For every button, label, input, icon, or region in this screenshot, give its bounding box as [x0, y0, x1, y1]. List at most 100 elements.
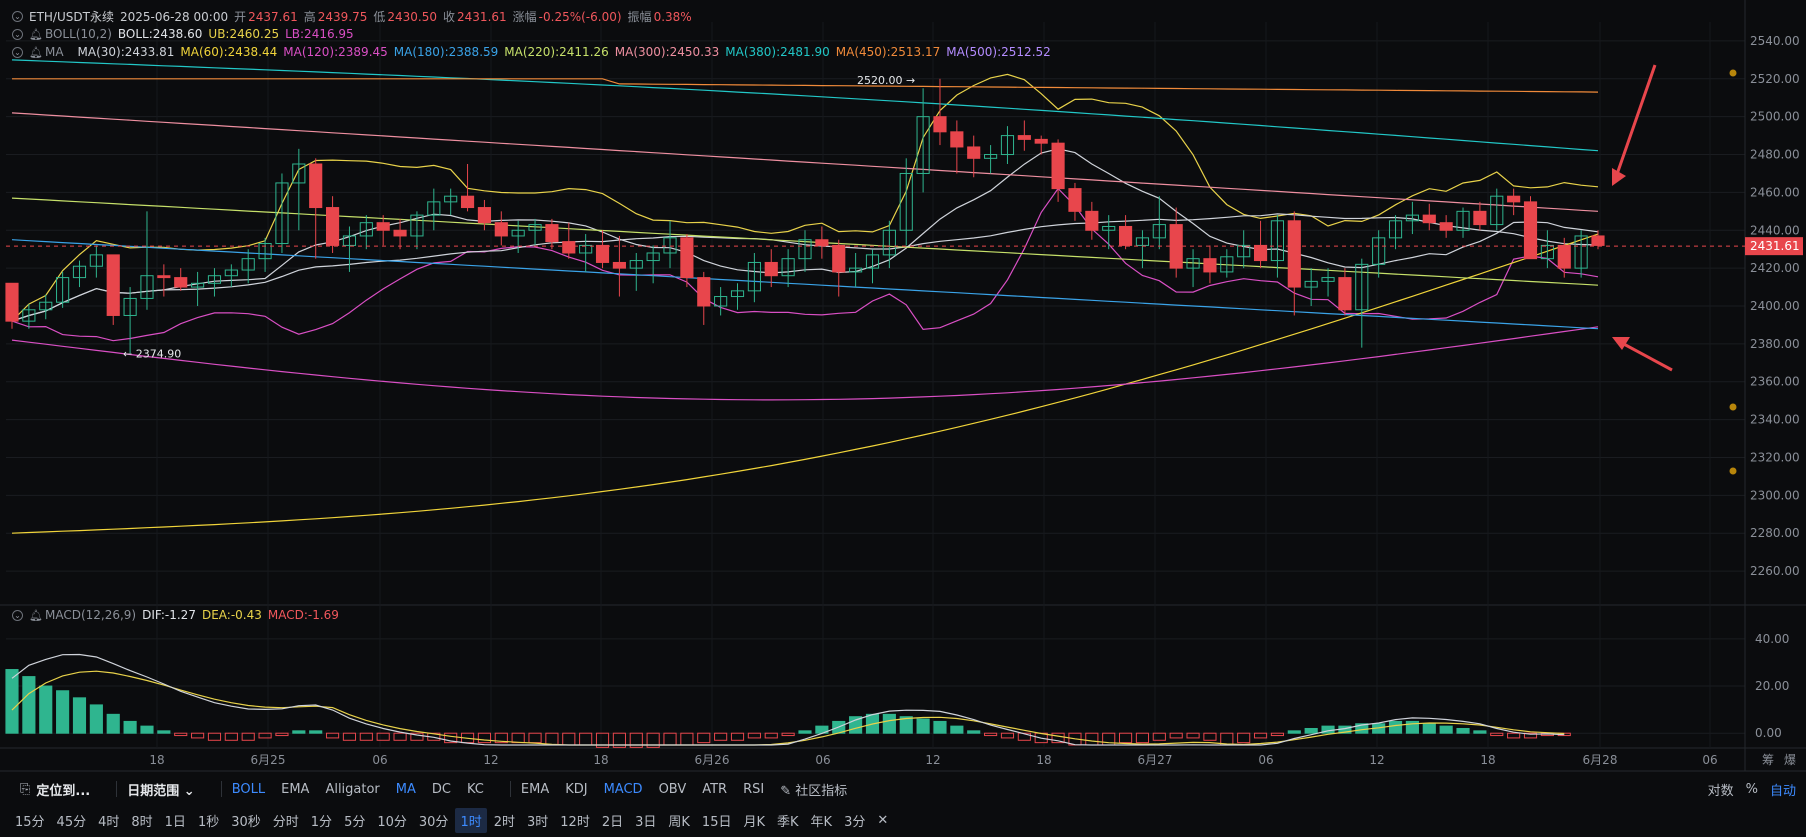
sub-indicator-rsi[interactable]: RSI — [743, 782, 764, 797]
sub-indicator-kdj[interactable]: KDJ — [565, 782, 587, 797]
collapse-icon[interactable]: ⌄ — [12, 609, 23, 621]
collapse-icon[interactable]: ⌄ — [12, 11, 23, 22]
macd-bar-negative — [477, 732, 491, 744]
collapse-icon[interactable]: ⌄ — [12, 28, 23, 40]
macd-value: MACD:-1.69 — [267, 608, 339, 622]
low-label: 低 — [373, 10, 386, 24]
timeframe-button[interactable]: 10分 — [372, 808, 412, 833]
macd-bar-negative — [579, 732, 593, 746]
boll-row: ⌄ 🔔︎ BOLL(10,2) BOLL:2438.60 UB:2460.25 … — [12, 27, 354, 41]
macd-bar-negative — [1490, 732, 1504, 737]
candle-down — [1473, 210, 1487, 226]
timeframe-button[interactable]: 4时 — [93, 808, 124, 833]
macd-bar-negative — [545, 732, 559, 746]
macd-bar-positive — [309, 730, 323, 734]
datetime-label: 2025-06-28 00:00 — [119, 9, 229, 24]
timeframe-button[interactable]: 季K — [772, 808, 804, 833]
macd-dif: DIF:-1.27 — [142, 608, 196, 622]
timeframe-button[interactable]: 1分 — [306, 808, 337, 833]
bell-icon[interactable]: 🔔︎ — [29, 46, 43, 59]
chart-canvas[interactable]: 2540.00 2520.00 2500.00 2480.00 2460.00 2440.… — [0, 0, 1806, 837]
sub-indicator-macd[interactable]: MACD — [604, 782, 643, 797]
time-tick-label: 18 — [149, 753, 164, 767]
event-dot — [1729, 467, 1737, 475]
timeframe-button[interactable]: 1秒 — [193, 808, 224, 833]
overlay-dc[interactable]: DC — [432, 782, 451, 797]
boll-ub: UB:2460.25 — [208, 27, 280, 41]
overlay-boll[interactable]: BOLL — [232, 782, 265, 797]
overlay-ema[interactable]: EMA — [281, 782, 309, 797]
timeframe-button[interactable]: 月K — [738, 808, 770, 833]
overlay-indicators: BOLL EMA Alligator MA DC KC — [232, 782, 500, 797]
macd-tick-label: 20.00 — [1755, 679, 1789, 693]
timeframe-button[interactable]: 15日 — [697, 808, 737, 833]
sub-indicator-obv[interactable]: OBV — [659, 782, 687, 797]
ma120-line — [11, 326, 1599, 401]
boll-name: BOLL(10,2) — [44, 27, 112, 41]
scale-option[interactable]: 对数 — [1708, 780, 1734, 799]
macd-bar-positive — [1388, 720, 1403, 734]
macd-tick-label: 0.00 — [1755, 726, 1782, 740]
macd-bar-negative — [984, 732, 998, 737]
timeframe-button[interactable]: 45分 — [52, 808, 92, 833]
bell-icon[interactable]: 🔔︎ — [29, 28, 43, 41]
candle-down — [933, 116, 947, 133]
price-tick-label: 2400.00 — [1750, 299, 1800, 313]
macd-bar-positive — [39, 685, 53, 734]
collapse-icon[interactable]: ⌄ — [12, 46, 23, 58]
open-value: 2437.61 — [248, 9, 298, 24]
timeframe-button[interactable]: 30分 — [414, 808, 454, 833]
ma-legend-item: MA(380):2481.90 — [725, 45, 830, 59]
change-value: -0.25%(-6.00) — [538, 9, 622, 24]
overlay-alligator[interactable]: Alligator — [325, 782, 379, 797]
timeframe-button[interactable]: 12时 — [555, 808, 595, 833]
candle-down — [595, 244, 610, 263]
scale-option[interactable]: 自动 — [1770, 780, 1796, 799]
macd-bar-positive — [1439, 725, 1453, 734]
date-range-button[interactable]: 日期范围 ⌄ — [127, 780, 194, 799]
time-tick-label: 06 — [1258, 753, 1273, 767]
event-dot — [1729, 403, 1737, 411]
timeframe-button[interactable]: 1时 — [455, 807, 487, 833]
corner-label: 爆 — [1784, 753, 1796, 767]
macd-bar-negative — [747, 732, 761, 739]
macd-bar-negative — [207, 732, 222, 741]
close-value: 2431.61 — [457, 9, 507, 24]
macd-bar-negative — [359, 732, 373, 741]
candle-down — [477, 207, 491, 224]
time-tick-label: 06 — [1702, 753, 1717, 767]
candle-down — [1085, 210, 1099, 231]
timeframe-button[interactable]: 周K — [663, 808, 695, 833]
macd-bar-negative — [663, 732, 677, 746]
timeframe-button[interactable]: 3分 — [839, 808, 870, 833]
price-tick-label: 2320.00 — [1750, 450, 1800, 464]
overlay-ma[interactable]: MA — [396, 782, 416, 797]
locate-icon[interactable]: ⎘ — [20, 782, 30, 797]
candle-down — [1034, 138, 1048, 144]
timeframe-button[interactable]: 分时 — [268, 808, 304, 833]
timeframe-button[interactable]: 5分 — [339, 808, 370, 833]
overlay-kc[interactable]: KC — [467, 782, 484, 797]
community-indicators-button[interactable]: ✎ 社区指标 — [780, 780, 847, 799]
price-tick-label: 2340.00 — [1750, 413, 1800, 427]
sub-indicator-ema[interactable]: EMA — [521, 782, 549, 797]
ma-legend-item: MA(30):2433.81 — [77, 45, 175, 59]
sub-indicator-atr[interactable]: ATR — [702, 782, 727, 797]
time-tick-label: 12 — [483, 753, 498, 767]
timeframe-button[interactable]: 8时 — [126, 808, 157, 833]
timeframe-button[interactable]: 15分 — [10, 808, 50, 833]
timeframe-button[interactable]: 30秒 — [226, 808, 266, 833]
macd-bar-negative — [224, 732, 238, 741]
locate-button[interactable]: 定位到... — [36, 780, 90, 799]
timeframe-button[interactable]: 3时 — [522, 808, 553, 833]
bell-icon[interactable]: 🔔︎ — [29, 609, 43, 622]
timeframe-button[interactable]: 年K — [806, 808, 838, 833]
timeframe-button[interactable]: 1日 — [160, 808, 191, 833]
scale-option[interactable]: % — [1746, 782, 1758, 797]
timeframe-button[interactable]: 2时 — [489, 808, 520, 833]
close-icon[interactable]: ✕ — [872, 810, 893, 831]
candle-down — [1439, 222, 1453, 231]
macd-bar-positive — [106, 713, 120, 734]
timeframe-button[interactable]: 2日 — [597, 808, 628, 833]
timeframe-button[interactable]: 3日 — [630, 808, 661, 833]
